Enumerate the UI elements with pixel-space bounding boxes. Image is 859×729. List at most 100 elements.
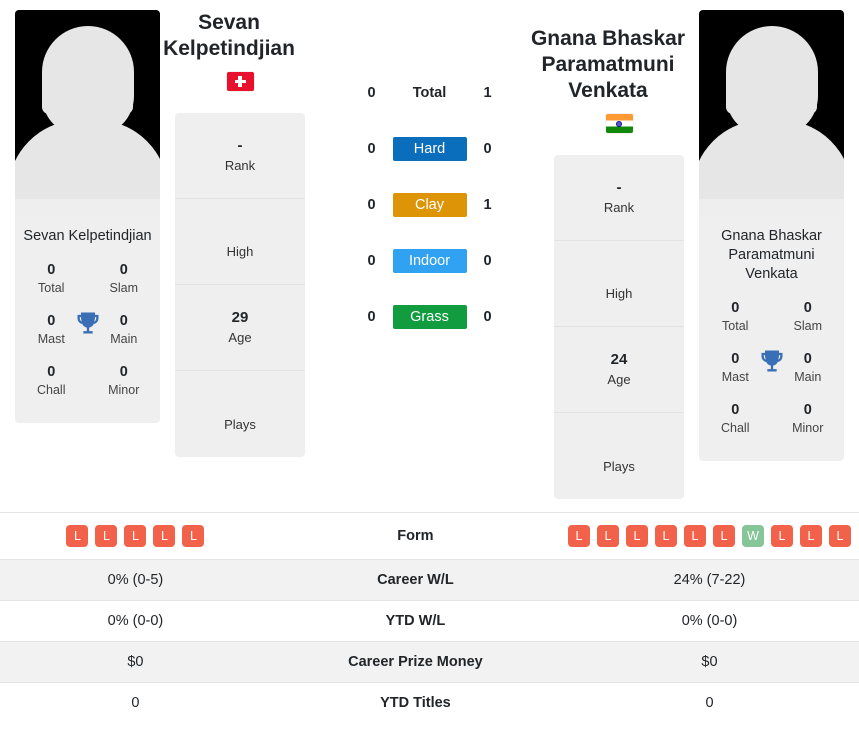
right-stat-chall-label: Chall — [721, 421, 750, 435]
h2h-left-score-indoor: 0 — [367, 253, 376, 269]
h2h-right-score-grass: 0 — [483, 309, 492, 325]
form-badge-loss[interactable]: L — [828, 525, 851, 547]
left-info-high: High — [175, 199, 305, 285]
left-titles-grid: 0 Total 0 Slam 0 Mast 0 Main 0 Chall 0 M… — [15, 256, 160, 423]
h2h-left-score-hard: 0 — [367, 141, 376, 157]
left-stat-slam: 0 Slam — [88, 256, 161, 307]
left-info-age: 29 Age — [175, 285, 305, 371]
right-stat-total-value: 0 — [731, 300, 740, 316]
form-badge-loss[interactable]: L — [683, 525, 706, 547]
left-stat-chall: 0 Chall — [15, 358, 88, 409]
form-badge-loss[interactable]: L — [596, 525, 619, 547]
form-badge-loss[interactable]: L — [182, 525, 205, 547]
h2h-row-indoor: 0 Indoor 0 — [305, 233, 554, 289]
surface-badge-hard[interactable]: Hard — [392, 137, 467, 161]
h2h-right-score-total: 1 — [483, 85, 492, 101]
left-stat-total-value: 0 — [47, 262, 56, 278]
right-stat-chall: 0 Chall — [699, 396, 772, 447]
surface-badge-indoor[interactable]: Indoor — [392, 249, 467, 273]
form-badge-loss[interactable]: L — [770, 525, 793, 547]
right-info-rank: - Rank — [554, 155, 684, 241]
form-badge-loss[interactable]: L — [799, 525, 822, 547]
surface-badge-clay[interactable]: Clay — [392, 193, 467, 217]
form-badge-loss[interactable]: L — [153, 525, 176, 547]
row-label-ytd_wl: YTD W/L — [385, 613, 446, 629]
table-row: L L L L L Form L L L L L L W L L L — [0, 512, 859, 560]
left-info-rank-value: - — [237, 137, 243, 154]
trophy-icon — [761, 350, 782, 372]
left-card-player-name: Sevan Kelpetindjian — [23, 228, 152, 244]
left-info-plays-value — [179, 395, 301, 415]
left-player-photo — [15, 10, 160, 215]
left-stat-minor: 0 Minor — [88, 358, 161, 409]
left-player-name[interactable]: Sevan Kelpetindjian — [142, 10, 317, 62]
right-player-card[interactable]: Gnana Bhaskar Paramatmuni Venkata 0 Tota… — [699, 10, 844, 461]
left-stat-chall-label: Chall — [37, 383, 66, 397]
right-stat-slam-value: 0 — [803, 300, 812, 316]
right-stat-minor: 0 Minor — [772, 396, 845, 447]
h2h-right-score-clay: 1 — [483, 197, 492, 213]
right-value-ytd_wl: 0% (0-0) — [681, 613, 738, 629]
right-info-high: High — [554, 241, 684, 327]
left-info-age-label: Age — [228, 330, 252, 345]
left-info-plays-label: Plays — [224, 416, 256, 432]
row-label-ytd_titles: YTD Titles — [380, 695, 451, 711]
right-info-plays: Plays — [554, 413, 684, 499]
left-stat-chall-value: 0 — [47, 364, 56, 380]
h2h-row-hard: 0 Hard 0 — [305, 121, 554, 177]
table-row: 0 YTD Titles 0 — [0, 682, 859, 724]
form-badge-win[interactable]: W — [741, 525, 764, 547]
left-stat-total: 0 Total — [15, 256, 88, 307]
left-value-ytd_titles: 0 — [131, 695, 140, 711]
switzerland-flag-icon — [226, 72, 254, 91]
left-info-box: - Rank High 29 Age Plays — [175, 113, 305, 457]
right-stat-minor-value: 0 — [803, 402, 812, 418]
left-stat-minor-label: Minor — [108, 383, 140, 397]
right-stat-total-label: Total — [722, 319, 749, 333]
ashoka-chakra-icon — [616, 120, 622, 127]
left-info-high-label: High — [226, 244, 254, 259]
form-badge-loss[interactable]: L — [66, 525, 89, 547]
form-badge-loss[interactable]: L — [95, 525, 118, 547]
right-info-high-value — [558, 264, 680, 284]
h2h-row-total: 0 Total 1 — [305, 65, 554, 121]
avatar-ear-right — [119, 84, 133, 114]
avatar-ear-left — [726, 84, 740, 114]
surface-badge-grass[interactable]: Grass — [392, 305, 467, 329]
avatar-ear-left — [42, 84, 56, 114]
left-player-card[interactable]: Sevan Kelpetindjian 0 Total 0 Slam 0 Mas… — [15, 10, 160, 423]
right-player-name[interactable]: Gnana Bhaskar Paramatmuni Venkata — [521, 26, 696, 104]
right-value-career_prize_money: $0 — [701, 654, 718, 670]
right-player-column: Gnana Bhaskar Paramatmuni Venkata 0 Tota… — [684, 10, 859, 461]
right-stat-slam-label: Slam — [793, 319, 822, 333]
h2h-right-score-indoor: 0 — [483, 253, 492, 269]
form-badge-loss[interactable]: L — [625, 525, 648, 547]
form-badge-loss[interactable]: L — [654, 525, 677, 547]
right-titles-grid: 0 Total 0 Slam 0 Mast 0 Main 0 Chall 0 M… — [699, 294, 844, 461]
form-badge-loss[interactable]: L — [712, 525, 735, 547]
right-stat-total: 0 Total — [699, 294, 772, 345]
left-value-ytd_wl: 0% (0-0) — [107, 613, 164, 629]
left-value-form: LLLLL — [0, 513, 271, 560]
right-card-player-name: Gnana Bhaskar Paramatmuni Venkata — [721, 228, 822, 282]
left-value-career_wl: 0% (0-5) — [107, 572, 164, 588]
right-value-ytd_titles: 0 — [705, 695, 714, 711]
form-badge-loss[interactable]: L — [124, 525, 147, 547]
comparison-table: L L L L L Form L L L L L L W L L L 0% (0-5) Career W/L 24%… — [0, 512, 859, 723]
h2h-left-score-clay: 0 — [367, 197, 376, 213]
form-badge-loss[interactable]: L — [567, 525, 590, 547]
right-form-badges: LLLLLLWLLL — [567, 525, 851, 547]
india-flag-icon — [605, 114, 633, 133]
row-label-career_wl: Career W/L — [377, 572, 454, 588]
row-label-form: Form — [397, 528, 434, 544]
left-form-badges: LLLLL — [8, 525, 263, 547]
left-info-age-value: 29 — [231, 309, 249, 326]
left-info-rank-label: Rank — [224, 158, 256, 173]
h2h-label-total: Total — [412, 85, 447, 101]
h2h-row-clay: 0 Clay 1 — [305, 177, 554, 233]
right-info-rank-label: Rank — [603, 200, 635, 215]
right-info-box: - Rank High 24 Age Plays — [554, 155, 684, 499]
left-player-column: Sevan Kelpetindjian 0 Total 0 Slam 0 Mas… — [0, 10, 175, 423]
avatar-ear-right — [803, 84, 817, 114]
right-info-plays-value — [558, 437, 680, 457]
